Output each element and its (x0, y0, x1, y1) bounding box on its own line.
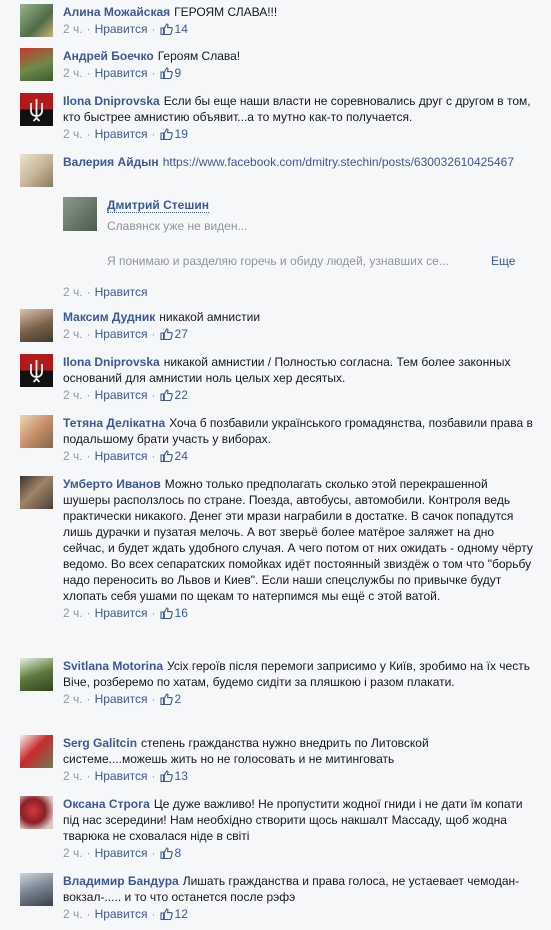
comment-meta: 2 ч. · Нравится · 8 (63, 845, 533, 863)
thumbs-up-icon (159, 693, 173, 709)
avatar[interactable] (20, 354, 53, 387)
comment-meta: 2 ч. · Нравится · 9 (63, 65, 533, 83)
like-count[interactable]: 27 (175, 327, 188, 341)
comment-text: Можно только предполагать сколько этой п… (63, 477, 533, 603)
like-count[interactable]: 16 (175, 606, 188, 620)
comment-time[interactable]: 2 ч. (63, 285, 83, 299)
like-button[interactable]: Нравится (95, 907, 148, 921)
preview-avatar[interactable] (63, 197, 97, 231)
comment-author[interactable]: Максим Дудник (63, 310, 155, 324)
like-count[interactable]: 13 (175, 769, 188, 783)
avatar[interactable] (20, 658, 53, 691)
avatar[interactable] (20, 4, 53, 37)
comment-link[interactable]: https://www.facebook.com/dmitry.stechin/… (163, 155, 514, 169)
comment-meta: 2 ч. · Нравится · 12 (63, 906, 533, 924)
like-count[interactable]: 2 (175, 692, 182, 706)
comment-time[interactable]: 2 ч. (63, 692, 83, 706)
avatar[interactable] (20, 93, 53, 126)
comment-meta: 2 ч. · Нравится · 13 (63, 768, 533, 786)
like-count[interactable]: 14 (175, 22, 188, 36)
like-count[interactable]: 9 (175, 66, 182, 80)
comment-author[interactable]: Умберто Иванов (63, 477, 161, 491)
like-button[interactable]: Нравится (95, 22, 148, 36)
avatar[interactable] (20, 476, 53, 509)
comment-time[interactable]: 2 ч. (63, 388, 83, 402)
like-button[interactable]: Нравится (95, 66, 148, 80)
comment-meta: 2 ч. · Нравится · 22 (63, 387, 533, 405)
thumbs-up-icon (159, 67, 173, 83)
comment-text: ГЕРОЯМ СЛАВА!!! (174, 5, 278, 19)
avatar[interactable] (20, 415, 53, 448)
like-button[interactable]: Нравится (95, 769, 148, 783)
like-button[interactable]: Нравится (95, 692, 148, 706)
avatar[interactable] (20, 873, 53, 906)
comment-meta: 2 ч. · Нравится · 24 (63, 448, 533, 466)
trident-icon (30, 360, 43, 383)
comment-text: Героям Слава! (157, 49, 241, 63)
like-count[interactable]: 24 (175, 449, 188, 463)
comment-time[interactable]: 2 ч. (63, 449, 83, 463)
preview-description: Я понимаю и разделяю горечь и обиду люде… (107, 254, 449, 268)
like-button[interactable]: Нравится (95, 606, 148, 620)
like-button[interactable]: Нравится (95, 127, 148, 141)
avatar[interactable] (20, 309, 53, 342)
comment-meta: 2 ч. · Нравится · 2 (63, 691, 533, 709)
thumbs-up-icon (159, 450, 173, 466)
comment-time[interactable]: 2 ч. (63, 127, 83, 141)
preview-subtitle: Славянск уже не виден... (107, 219, 248, 233)
comment-author[interactable]: Оксана Строга (63, 797, 150, 811)
trident-icon (30, 99, 43, 122)
thumbs-up-icon (159, 607, 173, 623)
comment-author[interactable]: Алина Можайская (63, 5, 170, 19)
comment-author[interactable]: Svitlana Motorina (63, 659, 163, 673)
thumbs-up-icon (159, 847, 173, 863)
comment-time[interactable]: 2 ч. (63, 907, 83, 921)
comment-meta: 2 ч. · Нравится · 14 (63, 21, 533, 39)
comment-author[interactable]: Андрей Боечко (63, 49, 154, 63)
comment-time[interactable]: 2 ч. (63, 846, 83, 860)
comment-time[interactable]: 2 ч. (63, 327, 83, 341)
comment-author[interactable]: Serg Galitcin (63, 736, 137, 750)
like-count[interactable]: 12 (175, 907, 188, 921)
comment-author[interactable]: Ilona Dniprovska (63, 94, 160, 108)
thumbs-up-icon (159, 328, 173, 344)
comment-author[interactable]: Владимир Бандура (63, 874, 179, 888)
comment-time[interactable]: 2 ч. (63, 606, 83, 620)
comment-author[interactable]: Валерия Айдын (63, 155, 159, 169)
comment-author[interactable]: Ilona Dniprovska (63, 355, 160, 369)
comment-meta: 2 ч. · Нравится · 27 (63, 326, 533, 344)
see-more-link[interactable]: Еще (491, 254, 515, 268)
like-button[interactable]: Нравится (95, 327, 148, 341)
avatar[interactable] (20, 48, 53, 81)
thumbs-up-icon (159, 23, 173, 39)
comment-meta: 2 ч. · Нравится · 19 (63, 126, 533, 144)
like-count[interactable]: 8 (175, 846, 182, 860)
avatar[interactable] (20, 154, 53, 187)
comment-time[interactable]: 2 ч. (63, 22, 83, 36)
comment-author[interactable]: Тетяна Делікатна (63, 416, 165, 430)
like-button[interactable]: Нравится (95, 449, 148, 463)
like-count[interactable]: 22 (175, 388, 188, 402)
comment-text: никакой амнистии (159, 310, 261, 324)
avatar[interactable] (20, 796, 53, 829)
comments-feed: Алина Можайская ГЕРОЯМ СЛАВА!!! 2 ч. · Нрав… (0, 0, 551, 930)
thumbs-up-icon (159, 770, 173, 786)
comment-time[interactable]: 2 ч. (63, 66, 83, 80)
like-button[interactable]: Нравится (95, 846, 148, 860)
like-count[interactable]: 19 (175, 127, 188, 141)
comment-time[interactable]: 2 ч. (63, 769, 83, 783)
comment-meta: 2 ч. · Нравится · 16 (63, 605, 533, 623)
avatar[interactable] (20, 735, 53, 768)
thumbs-up-icon (159, 389, 173, 405)
like-button[interactable]: Нравится (95, 285, 148, 299)
preview-title[interactable]: Дмитрий Стешин (107, 199, 209, 213)
thumbs-up-icon (159, 128, 173, 144)
comment-meta: 2 ч. · Нравится (63, 285, 148, 299)
thumbs-up-icon (159, 908, 173, 924)
like-button[interactable]: Нравится (95, 388, 148, 402)
